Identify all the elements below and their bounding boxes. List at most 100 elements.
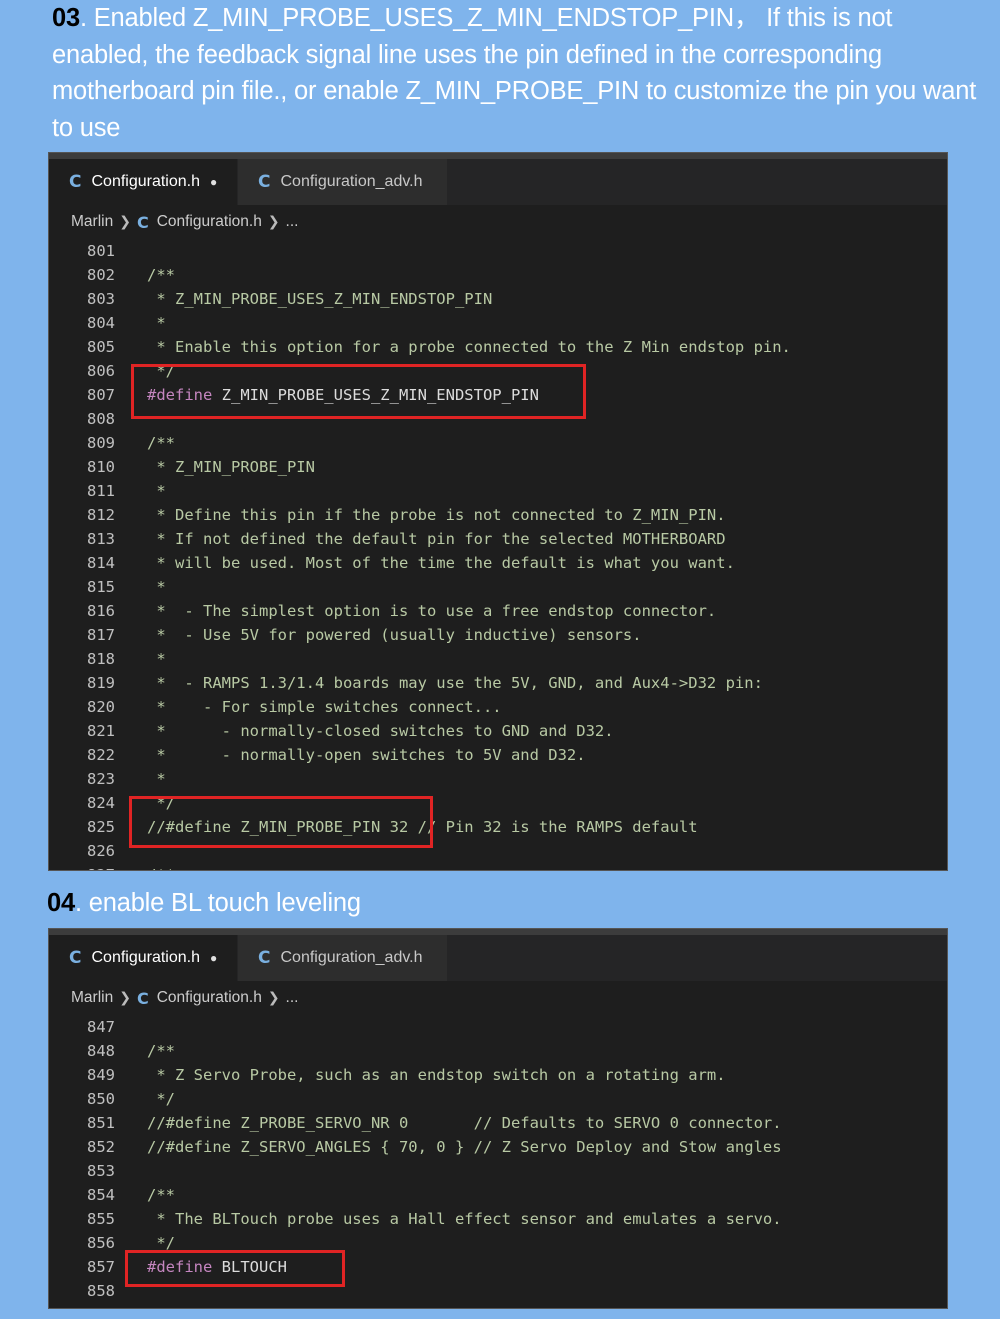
highlight-box-define-bltouch [125, 1250, 345, 1287]
c-file-icon: C [136, 988, 149, 1008]
line-number: 850 [87, 1090, 115, 1108]
code-line[interactable]: 801 [49, 239, 947, 263]
code-line[interactable]: 809 /** [49, 431, 947, 455]
code-line[interactable]: 803 * Z_MIN_PROBE_USES_Z_MIN_ENDSTOP_PIN [49, 287, 947, 311]
code-line[interactable]: 854 /** [49, 1183, 947, 1207]
highlight-box-probe-pin [129, 796, 433, 848]
line-number: 852 [87, 1138, 115, 1156]
line-number: 847 [87, 1018, 115, 1036]
line-number: 815 [87, 578, 115, 596]
breadcrumb-item-more[interactable]: ... [286, 213, 299, 231]
code-line[interactable]: 802 /** [49, 263, 947, 287]
line-number: 803 [87, 290, 115, 308]
tab-label: Configuration_adv.h [280, 173, 423, 190]
code-line[interactable]: 818 * [49, 647, 947, 671]
line-text: * - RAMPS 1.3/1.4 boards may use the 5V,… [147, 674, 763, 692]
tab-configuration-adv-h[interactable]: C Configuration_adv.h [237, 159, 447, 205]
code-line[interactable]: 813 * If not defined the default pin for… [49, 527, 947, 551]
line-number: 820 [87, 698, 115, 716]
line-number: 802 [87, 266, 115, 284]
code-line[interactable]: 855 * The BLTouch probe uses a Hall effe… [49, 1207, 947, 1231]
code-line[interactable]: 848 /** [49, 1039, 947, 1063]
breadcrumb: Marlin ❯ C Configuration.h ❯ ... [49, 205, 947, 239]
line-number: 813 [87, 530, 115, 548]
code-line[interactable]: 812 * Define this pin if the probe is no… [49, 503, 947, 527]
line-text: * [147, 314, 166, 332]
code-editor-screenshot-2: C Configuration.h ● C Configuration_adv.… [48, 928, 948, 1309]
tab-label: Configuration.h [91, 949, 200, 966]
line-number: 856 [87, 1234, 115, 1252]
line-number: 855 [87, 1210, 115, 1228]
unsaved-dot-icon: ● [210, 175, 218, 189]
tab-configuration-h[interactable]: C Configuration.h ● [49, 159, 237, 205]
line-text: * - normally-closed switches to GND and … [147, 722, 614, 740]
code-line[interactable]: 849 * Z Servo Probe, such as an endstop … [49, 1063, 947, 1087]
tab-label: Configuration_adv.h [280, 949, 423, 966]
tab-bar: C Configuration.h ● C Configuration_adv.… [49, 935, 947, 981]
line-number: 826 [87, 842, 115, 860]
code-area[interactable]: 801 802 /** 803 * Z_MIN_PROBE_USES_Z_MIN_EN… [49, 239, 947, 870]
code-line[interactable]: 819 * - RAMPS 1.3/1.4 boards may use the… [49, 671, 947, 695]
line-text: /** [147, 266, 175, 284]
code-line[interactable]: 822 * - normally-open switches to 5V and… [49, 743, 947, 767]
line-number: 817 [87, 626, 115, 644]
c-file-icon: C [69, 948, 82, 968]
section-heading-text: Enabled Z_MIN_PROBE_USES_Z_MIN_ENDSTOP_P… [52, 4, 977, 142]
code-line[interactable]: 852 //#define Z_SERVO_ANGLES { 70, 0 } //… [49, 1135, 947, 1159]
code-line[interactable]: 821 * - normally-closed switches to GND … [49, 719, 947, 743]
code-line[interactable]: 853 [49, 1159, 947, 1183]
line-number: 819 [87, 674, 115, 692]
code-line[interactable]: 847 [49, 1015, 947, 1039]
code-line[interactable]: 804 * [49, 311, 947, 335]
code-line[interactable]: 815 * [49, 575, 947, 599]
line-number: 807 [87, 386, 115, 404]
line-number: 849 [87, 1066, 115, 1084]
line-text: * The BLTouch probe uses a Hall effect s… [147, 1210, 782, 1228]
code-line[interactable]: 850 */ [49, 1087, 947, 1111]
highlight-box-define-endstop-pin [131, 364, 586, 419]
breadcrumb: Marlin ❯ C Configuration.h ❯ ... [49, 981, 947, 1015]
c-file-icon: C [136, 212, 149, 232]
line-number: 809 [87, 434, 115, 452]
line-text: * Define this pin if the probe is not co… [147, 506, 726, 524]
code-line[interactable]: 810 * Z_MIN_PROBE_PIN [49, 455, 947, 479]
line-number: 851 [87, 1114, 115, 1132]
line-text: * [147, 650, 166, 668]
line-number: 806 [87, 362, 115, 380]
line-text: /** [147, 863, 175, 870]
code-line[interactable]: 811 * [49, 479, 947, 503]
line-number: 827 [49, 863, 115, 870]
c-file-icon: C [69, 172, 82, 192]
chevron-right-icon: ❯ [267, 990, 280, 1006]
breadcrumb-item-marlin[interactable]: Marlin [71, 989, 113, 1007]
code-line[interactable]: 827 /** [49, 863, 947, 870]
line-number: 823 [87, 770, 115, 788]
line-text: * Enable this option for a probe connect… [147, 338, 791, 356]
tab-configuration-h[interactable]: C Configuration.h ● [49, 935, 237, 981]
breadcrumb-item-marlin[interactable]: Marlin [71, 213, 113, 231]
tab-configuration-adv-h[interactable]: C Configuration_adv.h [237, 935, 447, 981]
line-text: /** [147, 434, 175, 452]
line-text: * [147, 482, 166, 500]
breadcrumb-item-file[interactable]: Configuration.h [157, 989, 262, 1007]
section-04-heading: 04. enable BL touch leveling [47, 889, 361, 917]
tab-label: Configuration.h [91, 173, 200, 190]
code-line[interactable]: 851 //#define Z_PROBE_SERVO_NR 0 // Defau… [49, 1111, 947, 1135]
code-line[interactable]: 817 * - Use 5V for powered (usually indu… [49, 623, 947, 647]
line-number: 857 [87, 1258, 115, 1276]
line-number: 816 [87, 602, 115, 620]
code-line[interactable]: 805 * Enable this option for a probe con… [49, 335, 947, 359]
line-text: * If not defined the default pin for the… [147, 530, 726, 548]
line-number: 801 [87, 242, 115, 260]
unsaved-dot-icon: ● [210, 951, 218, 965]
breadcrumb-item-more[interactable]: ... [286, 989, 299, 1007]
code-line[interactable]: 820 * - For simple switches connect... [49, 695, 947, 719]
line-number: 822 [87, 746, 115, 764]
code-line[interactable]: 823 * [49, 767, 947, 791]
line-text: * will be used. Most of the time the def… [147, 554, 735, 572]
code-line[interactable]: 814 * will be used. Most of the time the… [49, 551, 947, 575]
line-text: * Z_MIN_PROBE_USES_Z_MIN_ENDSTOP_PIN [147, 290, 493, 308]
line-number: 858 [87, 1282, 115, 1300]
breadcrumb-item-file[interactable]: Configuration.h [157, 213, 262, 231]
code-line[interactable]: 816 * - The simplest option is to use a … [49, 599, 947, 623]
